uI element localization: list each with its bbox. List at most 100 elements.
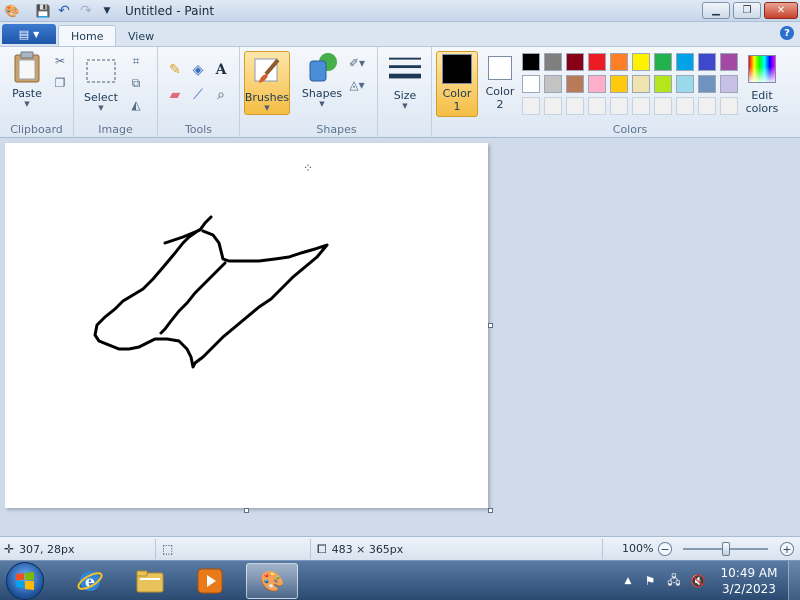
fill-icon[interactable]: ◬▾ [346, 77, 368, 93]
file-explorer-icon[interactable] [124, 563, 176, 599]
color1-label-line2: 1 [453, 100, 461, 113]
start-button[interactable] [6, 562, 44, 600]
eraser-icon[interactable]: ▰ [164, 84, 186, 106]
maximize-button[interactable]: ❐ [733, 2, 761, 19]
paint-palette-icon: 🎨 [259, 569, 285, 593]
zoom-out-button[interactable]: − [658, 542, 672, 556]
show-desktop-button[interactable] [788, 561, 800, 600]
colors-group-label: Colors [612, 123, 648, 136]
copy-icon[interactable]: ❐ [52, 75, 68, 91]
magnifier-icon[interactable]: ⌕ [210, 84, 232, 106]
palette-swatch[interactable] [632, 97, 650, 115]
palette-swatch[interactable] [522, 75, 540, 93]
palette-swatch[interactable] [632, 75, 650, 93]
fill-bucket-icon[interactable]: ◈ [187, 59, 209, 81]
color1-swatch [442, 54, 472, 84]
color-picker-icon[interactable]: ⟋ [187, 84, 209, 106]
paste-button[interactable]: Paste ▼ [8, 51, 46, 108]
pencil-icon[interactable]: ✎ [164, 59, 186, 81]
palette-swatch[interactable] [698, 97, 716, 115]
media-player-icon[interactable] [184, 563, 236, 599]
palette-swatch[interactable] [566, 75, 584, 93]
undo-icon[interactable]: ↶ [56, 3, 72, 19]
palette-swatch[interactable] [610, 75, 628, 93]
palette-swatch[interactable] [720, 53, 738, 71]
palette-swatch[interactable] [654, 75, 672, 93]
show-hidden-icons-icon[interactable]: ▲ [620, 573, 636, 589]
volume-muted-icon[interactable]: 🔇 [690, 573, 706, 589]
canvas-size-icon: ⧠ [317, 542, 327, 556]
color1-button[interactable]: Color 1 [436, 51, 478, 117]
close-button[interactable]: ✕ [764, 2, 798, 19]
color2-button[interactable]: Color 2 [481, 51, 519, 117]
palette-swatch[interactable] [720, 97, 738, 115]
select-label: Select [84, 91, 118, 104]
tab-home[interactable]: Home [58, 25, 117, 47]
palette-swatch[interactable] [610, 53, 628, 71]
palette-swatch[interactable] [544, 53, 562, 71]
palette-swatch[interactable] [698, 53, 716, 71]
canvas-size-text: 483 × 365px [331, 543, 404, 556]
brushes-button[interactable]: Brushes ▼ [244, 51, 290, 115]
resize-handle-corner[interactable] [488, 508, 493, 513]
tools-group: ✎ ◈ A ▰ ⟋ ⌕ Tools [158, 47, 240, 139]
system-clock[interactable]: 10:49 AM 3/2/2023 [716, 565, 782, 597]
palette-swatch[interactable] [676, 53, 694, 71]
redo-icon[interactable]: ↷ [78, 3, 94, 19]
rotate-icon[interactable]: ◭ [128, 97, 144, 113]
palette-swatch[interactable] [698, 75, 716, 93]
size-button[interactable]: Size ▼ [384, 53, 426, 110]
palette-swatch[interactable] [588, 53, 606, 71]
edit-colors-button[interactable]: Edit colors [743, 53, 781, 115]
palette-swatch[interactable] [544, 75, 562, 93]
shapes-icon [306, 51, 338, 83]
paint-taskbar-button[interactable]: 🎨 [246, 563, 298, 599]
ribbon-tabs: ▤ ▼ Home View ? [0, 22, 800, 47]
resize-handle-bottom[interactable] [244, 508, 249, 513]
network-icon[interactable]: 🖧 [666, 573, 682, 589]
size-group: Size ▼ [378, 47, 432, 139]
palette-swatch[interactable] [676, 97, 694, 115]
palette-swatch[interactable] [654, 97, 672, 115]
zoom-in-button[interactable]: + [780, 542, 794, 556]
palette-swatch[interactable] [720, 75, 738, 93]
internet-explorer-icon[interactable]: e [64, 563, 116, 599]
select-rectangle-icon [85, 55, 117, 87]
help-icon[interactable]: ? [780, 26, 794, 40]
resize-icon[interactable]: ⧉ [128, 75, 144, 91]
customize-quick-access-icon[interactable]: ▼ [99, 3, 115, 19]
palette-swatch[interactable] [566, 97, 584, 115]
cut-icon[interactable]: ✂ [52, 53, 68, 69]
edit-colors-label: Edit colors [746, 89, 779, 115]
outline-icon[interactable]: ✐▾ [346, 55, 368, 71]
palette-swatch[interactable] [566, 53, 584, 71]
zoom-slider-thumb[interactable] [722, 542, 730, 556]
status-separator [602, 539, 603, 559]
palette-swatch[interactable] [676, 75, 694, 93]
action-center-flag-icon[interactable]: ⚑ [642, 573, 658, 589]
shapes-button[interactable]: Shapes ▼ [300, 51, 344, 108]
minimize-button[interactable]: ▁ [702, 2, 730, 19]
crop-icon[interactable]: ⌗ [128, 53, 144, 69]
drawing-canvas[interactable]: ⁘ [5, 143, 488, 508]
clipboard-group: Paste ▼ ✂ ❐ Clipboard [0, 47, 74, 139]
resize-handle-right[interactable] [488, 323, 493, 328]
paint-menu-button[interactable]: ▤ ▼ [2, 24, 56, 44]
palette-swatch[interactable] [610, 97, 628, 115]
cursor-position-text: 307, 28px [19, 542, 75, 556]
tab-view[interactable]: View [116, 25, 166, 47]
palette-swatch[interactable] [522, 97, 540, 115]
shapes-group-label: Shapes [316, 123, 357, 136]
palette-swatch[interactable] [544, 97, 562, 115]
text-tool-icon[interactable]: A [210, 59, 232, 81]
save-icon[interactable]: 💾 [35, 3, 51, 19]
palette-swatch[interactable] [522, 53, 540, 71]
selection-icon: ⬚ [162, 542, 174, 556]
palette-swatch[interactable] [654, 53, 672, 71]
palette-swatch[interactable] [588, 97, 606, 115]
color2-label: Color 2 [486, 85, 515, 111]
select-button[interactable]: Select ▼ [82, 55, 120, 112]
palette-swatch[interactable] [632, 53, 650, 71]
palette-swatch[interactable] [588, 75, 606, 93]
windows-logo-icon [16, 572, 34, 590]
